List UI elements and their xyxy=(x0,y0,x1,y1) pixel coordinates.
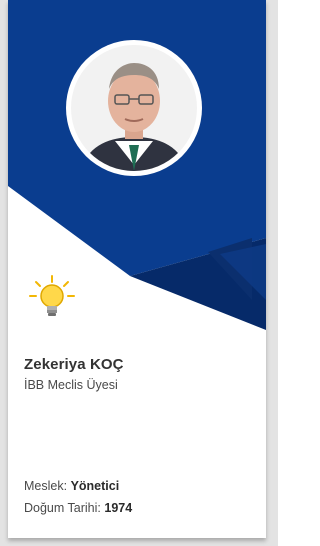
profession-label: Meslek: xyxy=(24,479,68,493)
birth-date-label: Doğum Tarihi: xyxy=(24,501,101,515)
profile-card[interactable]: Zekeriya KOÇ İBB Meclis Üyesi Meslek: Yö… xyxy=(8,0,266,538)
lightbulb-icon xyxy=(29,275,75,316)
profession-value: Yönetici xyxy=(70,479,120,493)
birth-date-value: 1974 xyxy=(104,501,133,515)
profile-name: Zekeriya KOÇ xyxy=(24,356,124,373)
profile-title: İBB Meclis Üyesi xyxy=(24,378,118,392)
birth-date-line: Doğum Tarihi: 1974 xyxy=(24,501,132,515)
profession-line: Meslek: Yönetici xyxy=(24,479,119,493)
portrait-photo xyxy=(71,45,197,171)
